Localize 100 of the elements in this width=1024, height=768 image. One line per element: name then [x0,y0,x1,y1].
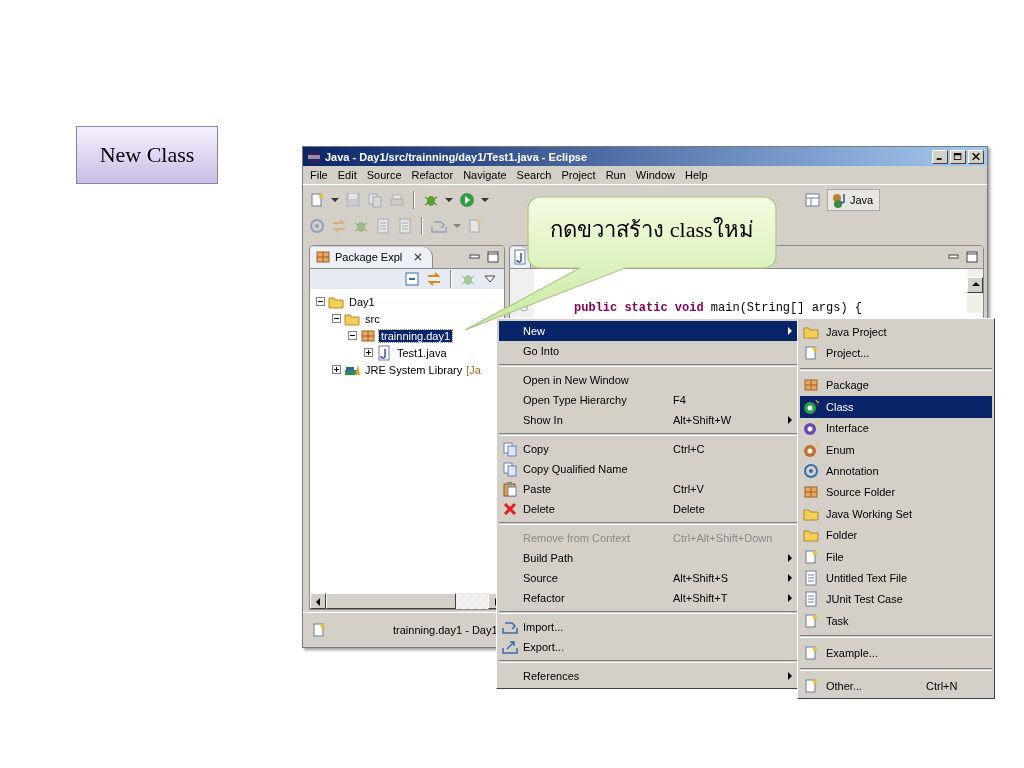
new-file-icon [803,548,819,565]
menu-item[interactable]: Edit [332,168,362,182]
menu-item[interactable]: Project [556,168,601,182]
circle-icon [803,420,819,437]
new-file-icon [309,192,325,208]
menu-item[interactable]: Source Folder [800,481,992,504]
close-icon [971,152,981,161]
maximize-icon [485,249,501,265]
expander-icon[interactable] [332,314,341,323]
tree-item-decoration: [Ja [466,363,481,376]
menu-item[interactable]: File [800,545,992,568]
new-file-icon [467,218,483,234]
menu-item[interactable]: Untitled Text File [800,567,992,589]
slide-title-box: New Class [76,126,218,184]
menu-item[interactable]: Copy Ctrl+C [499,439,797,459]
expander-icon[interactable] [332,365,341,374]
package-icon [803,484,819,501]
new-file-icon [803,677,819,694]
link-icon [331,218,347,234]
package-icon [315,249,331,265]
copy-icon [367,192,383,208]
window-title: Java - Day1/src/trainning/day1/Test1.java - Eclipse [325,150,588,163]
menu-item[interactable]: Help [680,168,713,182]
menu-item[interactable]: Open Type Hierarchy F4 [499,390,797,410]
menu-item[interactable]: Other... Ctrl+N [800,674,992,697]
circle-icon [803,398,819,415]
import-icon [431,218,447,234]
maximize-icon [964,249,980,265]
clipboard-icon [502,481,518,497]
delete-icon [502,501,518,517]
scroll-thumb[interactable] [326,593,456,609]
new-file-icon [803,645,819,662]
caret-icon [481,198,489,202]
menu-item[interactable]: Project... [800,342,992,364]
menu-item[interactable]: Task [800,610,992,632]
caret-icon [445,198,453,202]
menu-item[interactable]: Annotation [800,460,992,482]
expander-icon[interactable] [364,348,373,357]
menu-item[interactable]: Folder [800,524,992,546]
menu-item[interactable]: Export... [499,637,797,657]
link-icon [426,271,442,287]
copy-icon [502,441,518,457]
menu-item[interactable]: Enum [800,438,992,461]
menu-item[interactable]: Go Into [499,341,797,361]
tree-item-label[interactable]: src [363,312,382,325]
menu-item[interactable]: Paste Ctrl+V [499,479,797,499]
menu-item[interactable]: Class [800,396,992,418]
status-text: trainning.day1 - Day1 [393,624,498,636]
view-tab[interactable]: Package Expl [310,246,434,268]
menu-item[interactable]: Package [800,374,992,397]
menu-item[interactable]: JUnit Test Case [800,588,992,611]
menu-item[interactable]: Show In Alt+Shift+W [499,410,797,430]
menu-item[interactable]: Java Project [800,321,992,343]
expander-icon[interactable] [348,331,357,340]
callout-tooltip-text: กดขวาสร้าง classใหม่ [549,216,755,244]
menu-item[interactable]: File [305,168,333,182]
tree-item-label[interactable]: trainning.day1 [379,329,453,342]
print-icon [389,192,405,208]
export-icon [502,639,518,655]
java-file-icon [376,344,392,361]
text-file-icon [803,591,819,608]
tree-item-label[interactable]: Test1.java [395,346,449,359]
menu-item[interactable]: Source [361,168,407,182]
menu-item[interactable]: Open in New Window [499,370,797,390]
menu-item[interactable]: Delete Delete [499,499,797,519]
menu-item[interactable]: Navigate [458,168,512,182]
close-button[interactable] [968,149,984,164]
menu-item[interactable]: Refactor [406,168,459,182]
vertical-scrollbar[interactable] [967,269,983,313]
menu-item[interactable]: Refactor Alt+Shift+T [499,588,797,608]
menu-item[interactable]: Copy Qualified Name [499,459,797,479]
perspective-icon [805,192,821,208]
new-file-icon [803,345,819,362]
menu-item[interactable]: Build Path [499,548,797,568]
scroll-left-button[interactable] [310,593,326,609]
menu-item[interactable]: Window [630,168,680,182]
menu-item[interactable]: References [499,666,797,686]
menu-item[interactable]: Interface [800,417,992,439]
menu-item[interactable]: New [499,321,797,341]
tree-item-label[interactable]: Day1 [347,295,377,308]
scroll-up-button[interactable] [967,277,983,293]
menu-item[interactable]: Example... [800,642,992,664]
menu-item[interactable]: Search [511,168,557,182]
folder-icon [803,527,819,544]
new-file-icon [311,622,327,638]
menu-item[interactable]: Import... [499,617,797,637]
expander-icon[interactable] [316,297,325,306]
tree-item-label[interactable]: JRE System Library [363,363,465,376]
text-file-icon [803,570,819,586]
minimize-button[interactable] [932,149,948,164]
collapse-all-icon [404,271,420,287]
package-icon [360,327,376,344]
perspective-button[interactable]: Java [827,189,881,211]
menu-item[interactable]: Java Working Set [800,503,992,525]
text-file-icon [375,218,391,234]
java-file-icon [512,249,528,265]
menu-item[interactable]: Run [600,168,631,182]
maximize-button[interactable] [950,149,966,164]
new-file-icon [803,612,819,629]
menu-item[interactable]: Source Alt+Shift+S [499,568,797,588]
